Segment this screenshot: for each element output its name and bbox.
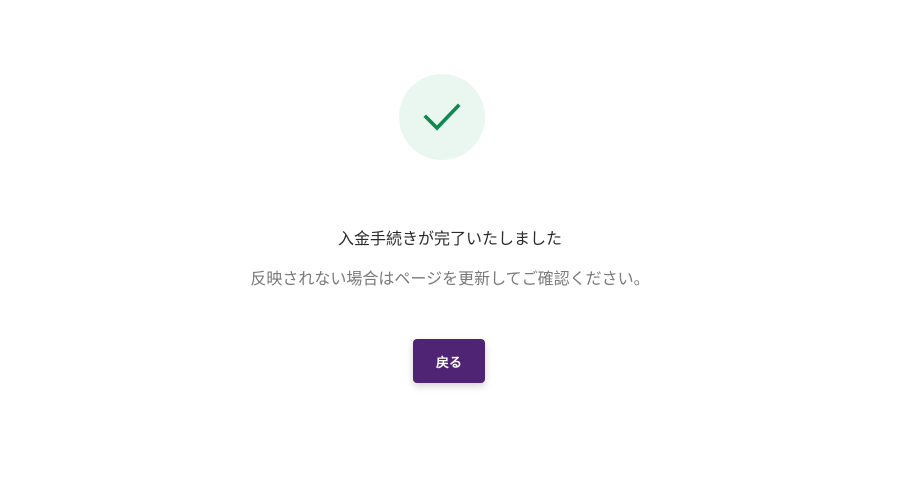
checkmark-icon <box>423 103 461 131</box>
back-button[interactable]: 戻る <box>413 339 485 383</box>
deposit-complete-page: 入金手続きが完了いたしました 反映されない場合はページを更新してご確認ください。… <box>0 0 900 500</box>
completion-title: 入金手続きが完了いたしました <box>337 229 562 248</box>
success-indicator <box>399 74 485 160</box>
completion-subtitle: 反映されない場合はページを更新してご確認ください。 <box>250 269 650 288</box>
